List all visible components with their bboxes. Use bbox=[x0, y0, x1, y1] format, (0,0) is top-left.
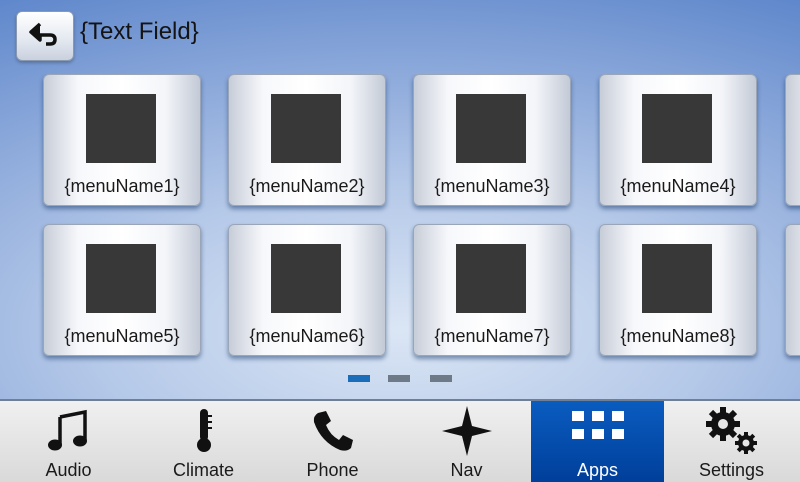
menu-tile-partial[interactable] bbox=[785, 224, 800, 356]
menu-tile-label: {menuName5} bbox=[64, 326, 180, 346]
menu-tile-3[interactable]: {menuName3} bbox=[413, 74, 571, 206]
menu-icon-placeholder bbox=[456, 244, 526, 313]
menu-tile-5[interactable]: {menuName5} bbox=[43, 224, 201, 356]
nav-label: Nav bbox=[450, 460, 483, 480]
page-dot-1[interactable] bbox=[348, 375, 370, 382]
music-note-icon bbox=[2, 405, 135, 457]
menu-tile-6[interactable]: {menuName6} bbox=[228, 224, 386, 356]
menu-icon-placeholder bbox=[271, 94, 341, 163]
menu-icon-placeholder bbox=[456, 94, 526, 163]
menu-tile-2[interactable]: {menuName2} bbox=[228, 74, 386, 206]
thermometer-icon bbox=[137, 405, 270, 457]
menu-tile-label: {menuName1} bbox=[64, 176, 180, 196]
menu-tile-7[interactable]: {menuName7} bbox=[413, 224, 571, 356]
menu-tile-partial[interactable] bbox=[785, 74, 800, 206]
nav-item-phone[interactable]: Phone bbox=[266, 401, 399, 482]
menu-icon-placeholder bbox=[642, 94, 712, 163]
nav-item-settings[interactable]: Settings bbox=[665, 401, 798, 482]
nav-label: Audio bbox=[45, 460, 92, 480]
nav-item-climate[interactable]: Climate bbox=[137, 401, 270, 482]
nav-label: Settings bbox=[698, 460, 765, 480]
menu-icon-placeholder bbox=[271, 244, 341, 313]
phone-icon bbox=[266, 405, 399, 457]
nav-label: Climate bbox=[172, 460, 234, 480]
menu-tile-4[interactable]: {menuName4} bbox=[599, 74, 757, 206]
menu-tile-label: {menuName7} bbox=[434, 326, 550, 346]
nav-item-nav[interactable]: Nav bbox=[400, 401, 533, 482]
page-indicator bbox=[348, 375, 452, 383]
nav-item-audio[interactable]: Audio bbox=[2, 401, 135, 482]
menu-tile-label: {menuName4} bbox=[620, 176, 736, 196]
compass-star-icon bbox=[400, 405, 533, 457]
menu-tile-label: {menuName3} bbox=[434, 176, 550, 196]
menu-tile-label: {menuName6} bbox=[249, 326, 365, 346]
menu-icon-placeholder bbox=[86, 94, 156, 163]
menu-icon-placeholder bbox=[86, 244, 156, 313]
back-arrow-icon bbox=[28, 21, 62, 52]
page-dot-2[interactable] bbox=[388, 375, 410, 382]
nav-label: Apps bbox=[576, 460, 619, 480]
menu-tile-8[interactable]: {menuName8} bbox=[599, 224, 757, 356]
menu-tile-label: {menuName8} bbox=[620, 326, 736, 346]
back-button[interactable] bbox=[16, 11, 74, 61]
apps-grid-icon bbox=[531, 405, 664, 457]
menu-icon-placeholder bbox=[642, 244, 712, 313]
menu-tile-label: {menuName2} bbox=[249, 176, 365, 196]
header: {Text Field} bbox=[0, 0, 800, 72]
page-title: {Text Field} bbox=[80, 18, 199, 45]
apps-grid: {menuName1} {menuName2} {menuName3} {men… bbox=[0, 74, 800, 364]
page-dot-3[interactable] bbox=[430, 375, 452, 382]
nav-label: Phone bbox=[306, 460, 359, 480]
gears-icon bbox=[665, 405, 798, 457]
bottom-nav-bar: Audio Climate Phone Nav Apps Settings bbox=[0, 399, 800, 482]
menu-tile-1[interactable]: {menuName1} bbox=[43, 74, 201, 206]
nav-item-apps[interactable]: Apps bbox=[531, 401, 664, 482]
